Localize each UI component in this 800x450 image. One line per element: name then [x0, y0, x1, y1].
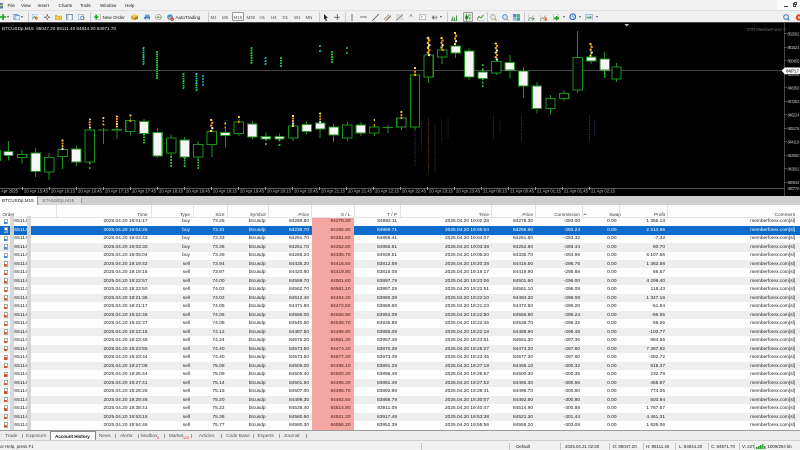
svg-text:20 Apr 17:45: 20 Apr 17:45: [132, 189, 157, 194]
svg-text:20 Apr 22:15: 20 Apr 22:15: [375, 189, 400, 194]
svg-text:84200.2: 84200.2: [788, 166, 800, 171]
svg-text:84411.8: 84411.8: [788, 139, 800, 144]
svg-text:21 Apr 00:15: 21 Apr 00:15: [483, 189, 508, 194]
svg-text:20 Apr 16:15: 20 Apr 16:15: [51, 189, 76, 194]
svg-text:20 Apr 21:15: 20 Apr 21:15: [321, 189, 346, 194]
svg-text:84971.7: 84971.7: [786, 69, 800, 74]
svg-text:20 Apr 22:45: 20 Apr 22:45: [402, 189, 427, 194]
svg-text:20 Apr 19:15: 20 Apr 19:15: [213, 189, 238, 194]
svg-text:85152.4: 85152.4: [788, 45, 800, 50]
svg-text:20 Apr 18:15: 20 Apr 18:15: [159, 189, 184, 194]
svg-text:85258.2: 85258.2: [788, 31, 800, 36]
svg-text:21 Apr 02:15: 21 Apr 02:15: [591, 189, 616, 194]
svg-text:84094.4: 84094.4: [788, 180, 800, 185]
svg-text:21 Apr 00:45: 21 Apr 00:45: [510, 189, 535, 194]
svg-text:20 Apr 23:15: 20 Apr 23:15: [429, 189, 454, 194]
svg-text:84835.0: 84835.0: [788, 85, 800, 90]
svg-text:85046.6: 85046.6: [788, 58, 800, 63]
svg-text:20 Apr 20:45: 20 Apr 20:45: [294, 189, 319, 194]
svg-text:Apr 2025: Apr 2025: [1, 189, 19, 194]
svg-text:20 Apr 23:45: 20 Apr 23:45: [456, 189, 481, 194]
svg-text:GTR MemberForex ®: GTR MemberForex ®: [747, 27, 786, 32]
svg-text:20 Apr 21:45: 20 Apr 21:45: [348, 189, 373, 194]
svg-text:84077.9: 84077.9: [788, 186, 800, 191]
svg-text:84517.6: 84517.6: [788, 126, 800, 131]
svg-text:84729.2: 84729.2: [788, 99, 800, 104]
svg-text:21 Apr 01:45: 21 Apr 01:45: [564, 189, 589, 194]
svg-text:84623.4: 84623.4: [788, 112, 800, 117]
svg-text:BTCUSDp,M15 85047.20 85111.40: BTCUSDp,M15 85047.20 85111.40 84944.20 8…: [2, 26, 116, 31]
svg-text:20 Apr 17:15: 20 Apr 17:15: [105, 189, 130, 194]
svg-text:21 Apr 01:15: 21 Apr 01:15: [537, 189, 562, 194]
svg-text:20 Apr 19:45: 20 Apr 19:45: [240, 189, 265, 194]
svg-text:20 Apr 15:45: 20 Apr 15:45: [24, 189, 49, 194]
svg-text:84306.0: 84306.0: [788, 153, 800, 158]
svg-text:20 Apr 20:15: 20 Apr 20:15: [267, 189, 292, 194]
svg-text:20 Apr 16:45: 20 Apr 16:45: [78, 189, 103, 194]
svg-text:20 Apr 18:45: 20 Apr 18:45: [186, 189, 211, 194]
